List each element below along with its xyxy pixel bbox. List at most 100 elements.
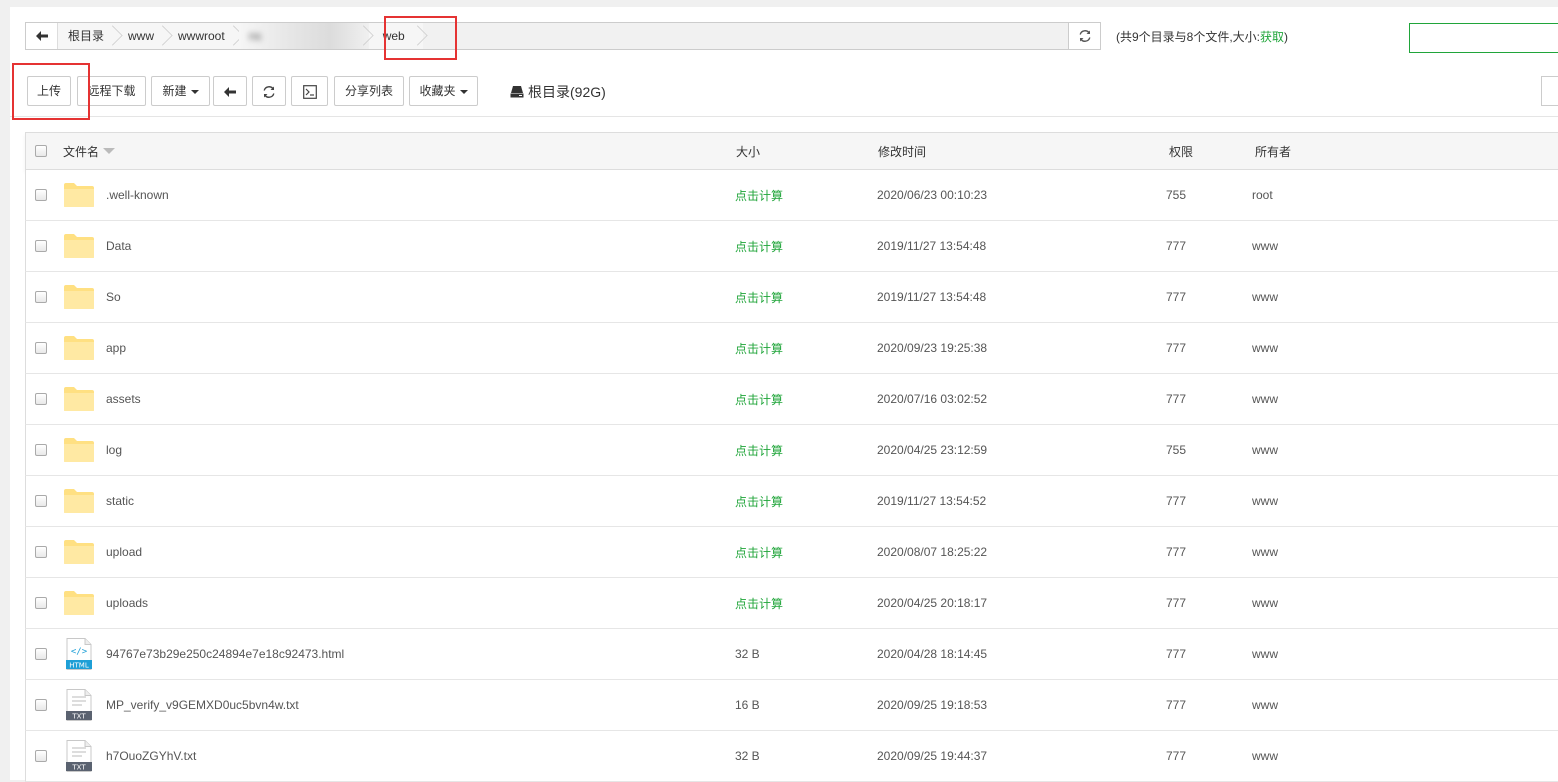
table-row[interactable]: So 点击计算 2019/11/27 13:54:48 777 www	[25, 272, 1558, 323]
file-name-cell[interactable]: static	[63, 476, 134, 526]
row-checkbox[interactable]	[35, 342, 47, 354]
table-row[interactable]: TXT MP_verify_v9GEMXD0uc5bvn4w.txt 16 B 202…	[25, 680, 1558, 731]
file-name-cell[interactable]: TXT MP_verify_v9GEMXD0uc5bvn4w.txt	[63, 680, 299, 730]
calc-size-link[interactable]: 点击计算	[735, 289, 783, 306]
file-name[interactable]: app	[106, 341, 126, 355]
row-checkbox[interactable]	[35, 648, 47, 660]
refresh-button[interactable]	[252, 76, 286, 106]
search-input[interactable]	[1409, 23, 1558, 53]
path-input-area[interactable]	[422, 23, 1068, 49]
file-name[interactable]: upload	[106, 545, 142, 559]
file-name[interactable]: log	[106, 443, 122, 457]
file-name-cell[interactable]: log	[63, 425, 122, 475]
file-name-cell[interactable]: TXT h7OuoZGYhV.txt	[63, 731, 196, 781]
breadcrumb-wwwroot[interactable]: wwwroot	[168, 23, 239, 49]
size-cell: 32 B	[735, 731, 760, 781]
terminal-button[interactable]	[291, 76, 328, 106]
file-name-cell[interactable]: So	[63, 272, 121, 322]
file-table: 文件名 大小 修改时间 权限 所有者 .well-known 点击计算 2020/0…	[25, 132, 1558, 782]
table-row[interactable]: upload 点击计算 2020/08/07 18:25:22 777 www	[25, 527, 1558, 578]
row-checkbox[interactable]	[35, 750, 47, 762]
file-name-cell[interactable]: uploads	[63, 578, 148, 628]
file-name[interactable]: uploads	[106, 596, 148, 610]
select-all-checkbox[interactable]	[35, 145, 47, 157]
file-name[interactable]: .well-known	[106, 188, 169, 202]
header-size[interactable]: 大小	[736, 133, 760, 169]
calc-size-link[interactable]: 点击计算	[735, 187, 783, 204]
file-name-cell[interactable]: assets	[63, 374, 141, 424]
calc-size-link[interactable]: 点击计算	[735, 493, 783, 510]
file-name[interactable]: 94767e73b29e250c24894e7e18c92473.html	[106, 647, 344, 661]
table-row[interactable]: static 点击计算 2019/11/27 13:54:52 777 www	[25, 476, 1558, 527]
file-name[interactable]: static	[106, 494, 134, 508]
row-checkbox[interactable]	[35, 699, 47, 711]
row-checkbox[interactable]	[35, 546, 47, 558]
upload-button[interactable]: 上传	[27, 76, 71, 106]
breadcrumb-root[interactable]: 根目录	[58, 23, 118, 49]
file-name[interactable]: Data	[106, 239, 131, 253]
back-button[interactable]	[213, 76, 247, 106]
perm-cell: 777	[1166, 239, 1187, 253]
table-row[interactable]: .well-known 点击计算 2020/06/23 00:10:23 755 roo…	[25, 170, 1558, 221]
row-checkbox[interactable]	[35, 240, 47, 252]
file-name-cell[interactable]: </> HTML 94767e73b29e250c24894e7e18c92473.…	[63, 629, 344, 679]
table-row[interactable]: uploads 点击计算 2020/04/25 20:18:17 777 www	[25, 578, 1558, 629]
calc-size-link[interactable]: 点击计算	[735, 340, 783, 357]
mtime-cell: 2020/06/23 00:10:23	[877, 188, 988, 202]
table-row[interactable]: app 点击计算 2020/09/23 19:25:38 777 www	[25, 323, 1558, 374]
file-name-cell[interactable]: upload	[63, 527, 142, 577]
file-name[interactable]: So	[106, 290, 121, 304]
file-name-cell[interactable]: app	[63, 323, 126, 373]
delete-button[interactable]	[1541, 76, 1558, 106]
breadcrumb-www[interactable]: www	[118, 23, 168, 49]
folder-icon	[64, 591, 94, 615]
file-name-cell[interactable]: Data	[63, 221, 131, 271]
size-cell: 点击计算	[735, 374, 783, 424]
table-row[interactable]: Data 点击计算 2019/11/27 13:54:48 777 www	[25, 221, 1558, 272]
file-name[interactable]: MP_verify_v9GEMXD0uc5bvn4w.txt	[106, 698, 299, 712]
txt-file-icon: TXT	[66, 689, 92, 721]
table-row[interactable]: log 点击计算 2020/04/25 23:12:59 755 www	[25, 425, 1558, 476]
folder-icon	[64, 234, 94, 258]
path-refresh-button[interactable]	[1068, 23, 1100, 49]
disk-info[interactable]: 根目录(92G)	[510, 82, 606, 102]
fetch-size-link[interactable]: 获取	[1260, 30, 1284, 44]
table-row[interactable]: assets 点击计算 2020/07/16 03:02:52 777 www	[25, 374, 1558, 425]
refresh-icon	[1079, 30, 1090, 42]
table-row[interactable]: </> HTML 94767e73b29e250c24894e7e18c92473.…	[25, 629, 1558, 680]
breadcrumb-web[interactable]: web	[369, 23, 423, 49]
header-name[interactable]: 文件名	[63, 133, 116, 169]
calc-size-link[interactable]: 点击计算	[735, 544, 783, 561]
calc-size-link[interactable]: 点击计算	[735, 442, 783, 459]
row-checkbox[interactable]	[35, 189, 47, 201]
owner-cell: www	[1252, 545, 1278, 559]
path-bar: 根目录 www wwwroot ns web	[25, 22, 1101, 50]
file-name[interactable]: assets	[106, 392, 141, 406]
svg-text:TXT: TXT	[71, 713, 86, 721]
row-checkbox[interactable]	[35, 495, 47, 507]
favorites-button[interactable]: 收藏夹	[409, 76, 478, 106]
row-checkbox[interactable]	[35, 597, 47, 609]
row-checkbox[interactable]	[35, 291, 47, 303]
mtime-cell: 2020/07/16 03:02:52	[877, 392, 988, 406]
owner-cell: www	[1252, 647, 1278, 661]
breadcrumb-redacted[interactable]: ns	[238, 23, 369, 49]
mtime-cell: 2020/09/25 19:18:53	[877, 698, 988, 712]
row-checkbox[interactable]	[35, 444, 47, 456]
owner-cell: www	[1252, 290, 1278, 304]
size-cell: 点击计算	[735, 272, 783, 322]
calc-size-link[interactable]: 点击计算	[735, 595, 783, 612]
owner-cell: www	[1252, 443, 1278, 457]
row-checkbox[interactable]	[35, 393, 47, 405]
file-name-cell[interactable]: .well-known	[63, 170, 169, 220]
file-name[interactable]: h7OuoZGYhV.txt	[106, 749, 196, 763]
path-back-button[interactable]	[26, 23, 58, 49]
header-mtime[interactable]: 修改时间	[878, 133, 926, 169]
share-list-button[interactable]: 分享列表	[334, 76, 404, 106]
table-row[interactable]: TXT h7OuoZGYhV.txt 32 B 2020/09/25 19:44:37…	[25, 731, 1558, 782]
remote-download-button[interactable]: 远程下载	[77, 76, 146, 106]
arrow-left-icon	[35, 31, 48, 41]
calc-size-link[interactable]: 点击计算	[735, 391, 783, 408]
new-button[interactable]: 新建	[151, 76, 210, 106]
calc-size-link[interactable]: 点击计算	[735, 238, 783, 255]
